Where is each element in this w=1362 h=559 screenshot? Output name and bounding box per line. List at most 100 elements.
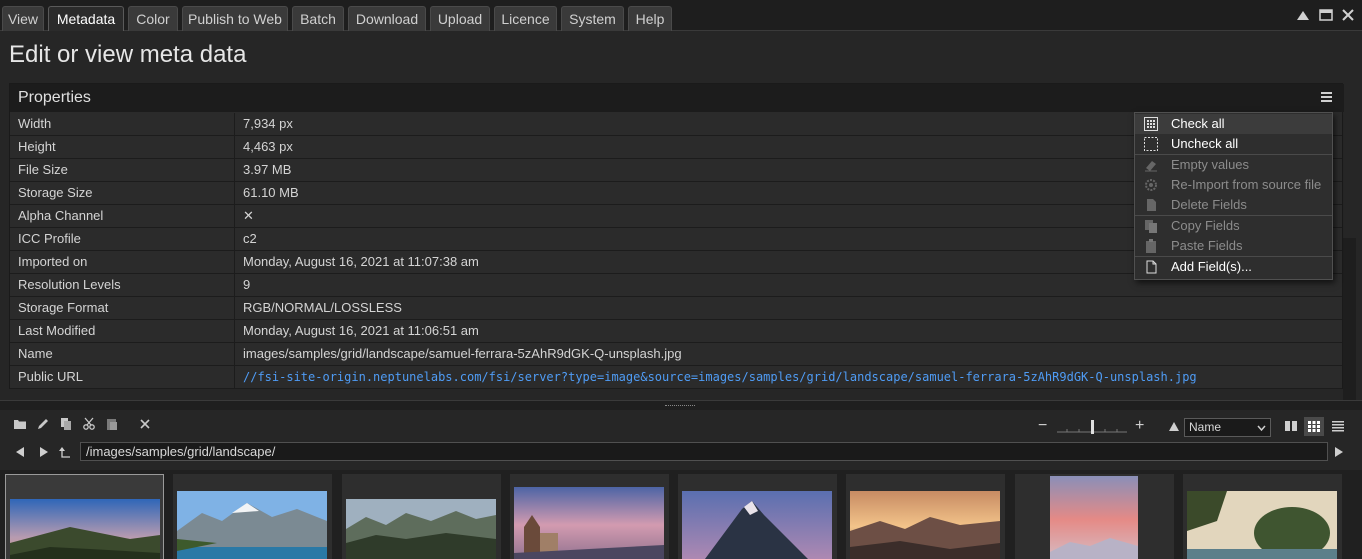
thumbnail-image: [10, 499, 160, 559]
tab-bar: View Metadata Color Publish to Web Batch…: [0, 0, 1362, 31]
uncheck-all-icon: [1144, 137, 1158, 151]
tab-color[interactable]: Color: [128, 6, 178, 31]
thumbnail-item[interactable]: [678, 474, 837, 559]
property-row-public-url[interactable]: Public URL //fsi-site-origin.neptunelabs…: [10, 366, 1342, 389]
thumbnail-image: [346, 499, 496, 559]
menu-item-paste-fields[interactable]: Paste Fields: [1135, 236, 1332, 256]
menu-item-label: Uncheck all: [1171, 136, 1239, 151]
thumbnail-item[interactable]: [1015, 474, 1174, 559]
property-value: 3.97 MB: [243, 162, 292, 177]
public-url-link[interactable]: //fsi-site-origin.neptunelabs.com/fsi/se…: [243, 366, 1197, 388]
thumbnail-image: [514, 487, 664, 559]
vertical-scrollbar[interactable]: [1343, 238, 1356, 400]
property-key: Storage Format: [10, 297, 235, 319]
splitter-grip-icon[interactable]: [665, 405, 695, 407]
tab-help[interactable]: Help: [628, 6, 672, 31]
close-window-icon[interactable]: [1341, 9, 1355, 21]
thumbnail-item[interactable]: [5, 474, 164, 559]
page-title: Edit or view meta data: [9, 41, 247, 68]
property-value: RGB/NORMAL/LOSSLESS: [243, 300, 402, 315]
sort-ascending-icon[interactable]: [1168, 421, 1180, 432]
thumbnail-image: [682, 491, 832, 559]
menu-item-label: Delete Fields: [1171, 197, 1247, 212]
property-value: 9: [243, 277, 251, 292]
grid-icon: [1308, 421, 1320, 432]
maximize-icon[interactable]: [1319, 9, 1333, 21]
property-row-last-modified[interactable]: Last Modified Monday, August 16, 2021 at…: [10, 320, 1342, 343]
thumbnail-item[interactable]: [510, 474, 669, 559]
check-all-icon: [1144, 117, 1158, 131]
menu-item-copy-fields[interactable]: Copy Fields: [1135, 216, 1332, 236]
properties-title: Properties: [18, 89, 91, 106]
thumbnail-strip: [0, 470, 1362, 559]
menu-item-uncheck-all[interactable]: Uncheck all: [1135, 134, 1332, 154]
thumbnail-item[interactable]: [342, 474, 501, 559]
file-toolbar: [0, 410, 1362, 440]
menu-item-delete-fields[interactable]: Delete Fields: [1135, 195, 1332, 215]
property-row-name[interactable]: Name images/samples/grid/landscape/samue…: [10, 343, 1342, 366]
list-view-icon[interactable]: [1330, 418, 1346, 434]
thumbnail-item[interactable]: [173, 474, 332, 559]
property-key: Storage Size: [10, 182, 235, 204]
property-value: Monday, August 16, 2021 at 11:07:38 am: [243, 254, 479, 269]
property-key: Alpha Channel: [10, 205, 235, 227]
back-arrow-icon[interactable]: [14, 446, 26, 458]
eraser-icon: [1145, 161, 1157, 172]
copy-icon: [1145, 220, 1157, 233]
menu-item-add-fields[interactable]: Add Field(s)...: [1135, 257, 1332, 277]
path-go-icon[interactable]: [1333, 446, 1345, 458]
property-value: ✕: [243, 208, 254, 223]
thumbnail-image: [850, 491, 1000, 559]
delete-icon[interactable]: [138, 417, 152, 431]
folder-icon[interactable]: [13, 417, 27, 431]
property-key: Imported on: [10, 251, 235, 273]
paste-icon: [1146, 239, 1156, 253]
grid-view-button[interactable]: [1304, 417, 1324, 436]
menu-item-label: Paste Fields: [1171, 238, 1243, 253]
zoom-out-button[interactable]: −: [1038, 417, 1047, 435]
tab-system[interactable]: System: [561, 6, 624, 31]
forward-arrow-icon[interactable]: [38, 446, 50, 458]
thumbnail-size-slider[interactable]: [1057, 420, 1127, 434]
zoom-in-button[interactable]: +: [1135, 417, 1144, 435]
menu-item-label: Check all: [1171, 116, 1225, 131]
pencil-icon[interactable]: [36, 417, 50, 431]
panel-splitter[interactable]: [0, 400, 1362, 410]
property-key: Name: [10, 343, 235, 365]
thumbnail-image: [1050, 476, 1138, 559]
menu-icon[interactable]: [1321, 92, 1332, 102]
property-key: File Size: [10, 159, 235, 181]
menu-item-label: Re-Import from source file: [1171, 177, 1322, 192]
gear-icon: [1145, 179, 1157, 191]
property-key: Resolution Levels: [10, 274, 235, 296]
tab-upload[interactable]: Upload: [430, 6, 490, 31]
tab-licence[interactable]: Licence: [494, 6, 557, 31]
paste-file-icon[interactable]: [105, 417, 119, 431]
tab-publish-to-web[interactable]: Publish to Web: [182, 6, 288, 31]
tab-batch[interactable]: Batch: [292, 6, 344, 31]
property-row-storage-format[interactable]: Storage Format RGB/NORMAL/LOSSLESS: [10, 297, 1342, 320]
copy-file-icon[interactable]: [59, 417, 73, 431]
sort-select[interactable]: Name: [1184, 418, 1271, 437]
sort-select-value: Name: [1189, 420, 1222, 434]
add-document-icon: [1146, 260, 1157, 274]
scissors-icon[interactable]: [82, 417, 96, 431]
thumbnail-image: [177, 491, 327, 559]
tab-download[interactable]: Download: [348, 6, 426, 31]
parent-folder-icon[interactable]: [59, 446, 71, 458]
menu-item-reimport[interactable]: Re-Import from source file: [1135, 175, 1332, 195]
thumbnail-item[interactable]: [846, 474, 1005, 559]
tab-view[interactable]: View: [2, 6, 44, 31]
thumbnail-item[interactable]: [1183, 474, 1342, 559]
tab-metadata[interactable]: Metadata: [48, 6, 124, 31]
thumbnail-image: [1187, 491, 1337, 559]
menu-item-empty-values[interactable]: Empty values: [1135, 155, 1332, 175]
property-value: c2: [243, 231, 257, 246]
path-input[interactable]: /images/samples/grid/landscape/: [80, 442, 1328, 461]
collapse-up-icon[interactable]: [1296, 9, 1310, 21]
menu-item-check-all[interactable]: Check all: [1135, 114, 1332, 134]
large-thumbnails-icon[interactable]: [1283, 418, 1299, 434]
chevron-down-icon: [1257, 425, 1266, 432]
property-key: ICC Profile: [10, 228, 235, 250]
property-value: 61.10 MB: [243, 185, 299, 200]
